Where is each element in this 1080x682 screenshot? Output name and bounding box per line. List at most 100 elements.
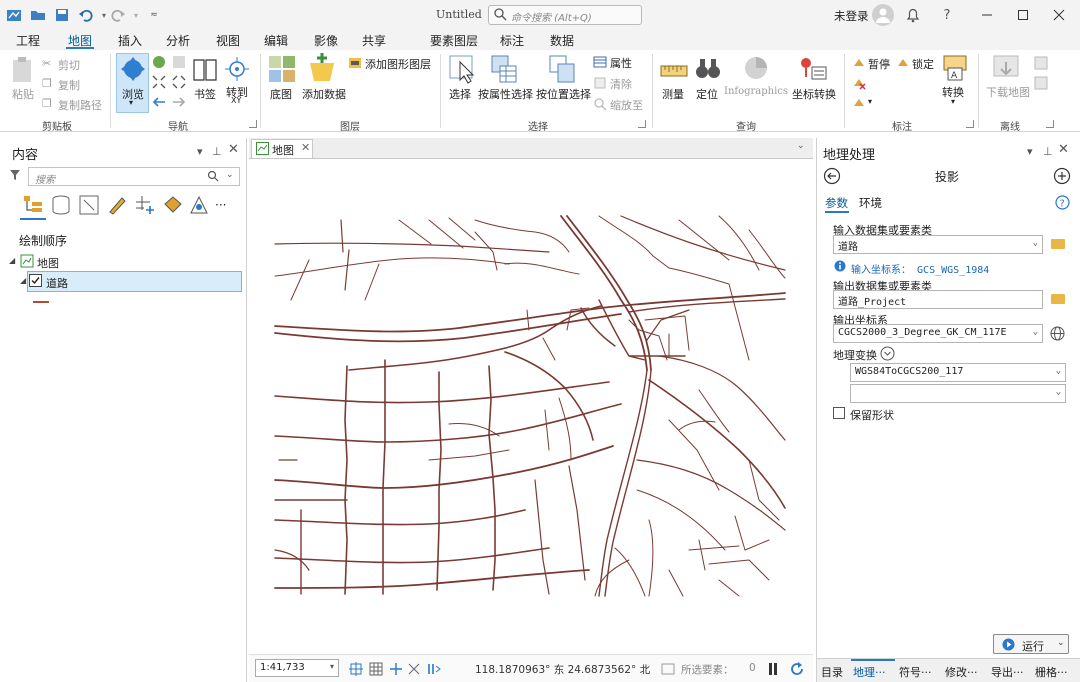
spatial-reference-globe-icon[interactable] bbox=[1050, 326, 1065, 341]
close-pane-icon[interactable]: ✕ bbox=[228, 142, 239, 157]
tab-view[interactable]: 视图 bbox=[216, 32, 240, 49]
coordinate-conversion-icon[interactable] bbox=[798, 55, 828, 83]
coordinate-format-dropdown-icon[interactable]: ⌄ bbox=[641, 661, 649, 671]
label-options-dropdown-icon[interactable]: ▾ bbox=[868, 97, 872, 106]
lock-labeling-button[interactable]: 锁定 bbox=[912, 56, 934, 72]
minimize-button[interactable] bbox=[978, 6, 996, 24]
tool-help-icon[interactable]: ? bbox=[1055, 195, 1070, 210]
paste-icon[interactable] bbox=[10, 56, 36, 84]
copy-path-button[interactable]: 复制路径 bbox=[58, 97, 102, 113]
tab-insert[interactable]: 插入 bbox=[118, 32, 142, 49]
refresh-icon[interactable] bbox=[789, 661, 805, 677]
filter-icon[interactable] bbox=[9, 169, 21, 184]
more-options-button[interactable]: ··· bbox=[215, 198, 226, 212]
output-dataset-field[interactable]: 道路_Project bbox=[833, 290, 1043, 309]
tab-data[interactable]: 数据 bbox=[550, 32, 574, 49]
tab-symbology[interactable]: 符号··· bbox=[899, 664, 932, 680]
coordinate-conversion-button[interactable]: 坐标转换 bbox=[792, 86, 836, 102]
sync-icon[interactable] bbox=[1034, 56, 1048, 70]
open-project-icon[interactable] bbox=[30, 7, 46, 23]
browse-output-folder-icon[interactable] bbox=[1051, 294, 1065, 304]
offline-launcher-icon[interactable] bbox=[1046, 120, 1054, 128]
tab-share[interactable]: 共享 bbox=[362, 32, 386, 49]
geo-pane-options-icon[interactable]: ▾ bbox=[1027, 145, 1033, 158]
tab-labeling[interactable]: 标注 bbox=[500, 32, 524, 49]
add-graphics-layer-button[interactable]: 添加图形图层 bbox=[365, 56, 431, 72]
map-tabs-dropdown-icon[interactable]: ⌄ bbox=[797, 141, 805, 151]
zoom-in-icon[interactable] bbox=[152, 75, 166, 89]
transformation-dropdown-1[interactable]: WGS84ToCGCS200_117 ⌄ bbox=[850, 363, 1066, 382]
pause-rendering-icon[interactable] bbox=[767, 662, 779, 676]
snapping-icon[interactable] bbox=[389, 662, 403, 676]
bookmarks-icon[interactable] bbox=[192, 56, 218, 82]
customize-quick-access-icon[interactable]: ≂ bbox=[146, 7, 162, 23]
tab-parameters[interactable]: 参数 bbox=[825, 195, 848, 211]
clear-selection-icon[interactable] bbox=[593, 76, 607, 90]
pause-labeling-button[interactable]: 暂停 bbox=[868, 56, 890, 72]
label-options-icon[interactable] bbox=[852, 96, 866, 110]
labeling-launcher-icon[interactable] bbox=[966, 120, 974, 128]
map-tree-item[interactable]: 地图 bbox=[37, 255, 59, 271]
explore-dropdown-icon[interactable]: ▾ bbox=[129, 98, 133, 107]
notifications-bell-icon[interactable] bbox=[904, 6, 922, 24]
maximize-button[interactable] bbox=[1014, 6, 1032, 24]
full-extent-icon[interactable] bbox=[152, 55, 166, 69]
list-by-drawing-order-icon[interactable] bbox=[22, 194, 44, 216]
list-by-snapping-icon[interactable] bbox=[134, 194, 156, 216]
layer-symbol-swatch[interactable] bbox=[33, 301, 49, 303]
copy-icon[interactable]: ❐ bbox=[42, 77, 52, 90]
list-by-selection-icon[interactable] bbox=[78, 194, 100, 216]
tab-export[interactable]: 导出··· bbox=[991, 664, 1024, 680]
copy-path-icon[interactable]: ❐ bbox=[42, 97, 52, 110]
tab-environments[interactable]: 环境 bbox=[859, 195, 882, 211]
cut-icon[interactable]: ✂ bbox=[42, 57, 51, 70]
run-dropdown-icon[interactable]: ⌄ bbox=[1057, 638, 1065, 648]
remove-offline-icon[interactable] bbox=[1034, 76, 1048, 90]
previous-extent-icon[interactable] bbox=[152, 95, 166, 109]
sign-in-status[interactable]: 未登录 bbox=[834, 8, 869, 24]
select-by-attributes-icon[interactable] bbox=[490, 54, 518, 84]
list-by-editing-icon[interactable] bbox=[106, 194, 128, 216]
layer-visibility-checkbox[interactable] bbox=[29, 274, 42, 287]
pin-pane-icon[interactable]: ⊥ bbox=[212, 145, 222, 158]
tab-raster[interactable]: 栅格··· bbox=[1035, 664, 1068, 680]
grid-snap-icon[interactable] bbox=[407, 662, 421, 676]
geo-close-pane-icon[interactable]: ✕ bbox=[1058, 142, 1069, 157]
copy-button[interactable]: 复制 bbox=[58, 77, 80, 93]
tab-project[interactable]: 工程 bbox=[16, 32, 40, 49]
avatar[interactable] bbox=[872, 4, 894, 26]
redo-icon[interactable] bbox=[110, 7, 126, 23]
pause-drawing-icon[interactable] bbox=[427, 662, 441, 676]
tab-modify-features[interactable]: 修改··· bbox=[945, 664, 978, 680]
help-button[interactable]: ? bbox=[938, 6, 956, 24]
pause-labeling-icon[interactable] bbox=[852, 56, 866, 70]
convert-labels-icon[interactable]: A bbox=[942, 54, 968, 82]
tab-analysis[interactable]: 分析 bbox=[166, 32, 190, 49]
tab-catalog[interactable]: 目录 bbox=[821, 664, 843, 680]
basemap-icon[interactable] bbox=[268, 55, 296, 83]
list-by-labeling-icon[interactable] bbox=[162, 194, 184, 216]
locate-icon[interactable] bbox=[694, 55, 722, 83]
back-icon[interactable] bbox=[823, 167, 841, 185]
infographics-icon[interactable] bbox=[742, 54, 770, 82]
map-expand-chevron-icon[interactable]: ◢ bbox=[9, 256, 15, 265]
bookmarks-button[interactable]: 书签 bbox=[194, 86, 216, 102]
fixed-scale-icon[interactable] bbox=[349, 662, 363, 676]
scale-selector[interactable]: 1:41,733 ▾ bbox=[255, 659, 339, 677]
goto-xy-icon[interactable] bbox=[224, 56, 250, 82]
select-by-attributes-button[interactable]: 按属性选择 bbox=[478, 86, 533, 102]
contents-search-input[interactable]: 搜索 ⌄ bbox=[28, 167, 240, 186]
download-map-icon[interactable] bbox=[992, 54, 1020, 82]
select-button[interactable]: 选择 bbox=[449, 86, 471, 102]
clear-selection-button[interactable]: 清除 bbox=[610, 76, 632, 92]
navigate-launcher-icon[interactable] bbox=[249, 120, 257, 128]
infographics-button[interactable]: Infographics bbox=[724, 86, 788, 97]
scale-dropdown-icon[interactable]: ▾ bbox=[330, 662, 334, 671]
contents-search-dropdown-icon[interactable]: ⌄ bbox=[226, 170, 234, 180]
input-dataset-dropdown[interactable]: 道路 ⌄ bbox=[833, 235, 1043, 254]
unplaced-labels-icon[interactable] bbox=[852, 76, 866, 90]
redo-dropdown-icon[interactable]: ▾ bbox=[128, 7, 144, 23]
add-graphics-layer-icon[interactable] bbox=[348, 56, 362, 70]
close-map-tab-icon[interactable]: ✕ bbox=[301, 141, 310, 154]
measure-icon[interactable] bbox=[660, 60, 688, 82]
